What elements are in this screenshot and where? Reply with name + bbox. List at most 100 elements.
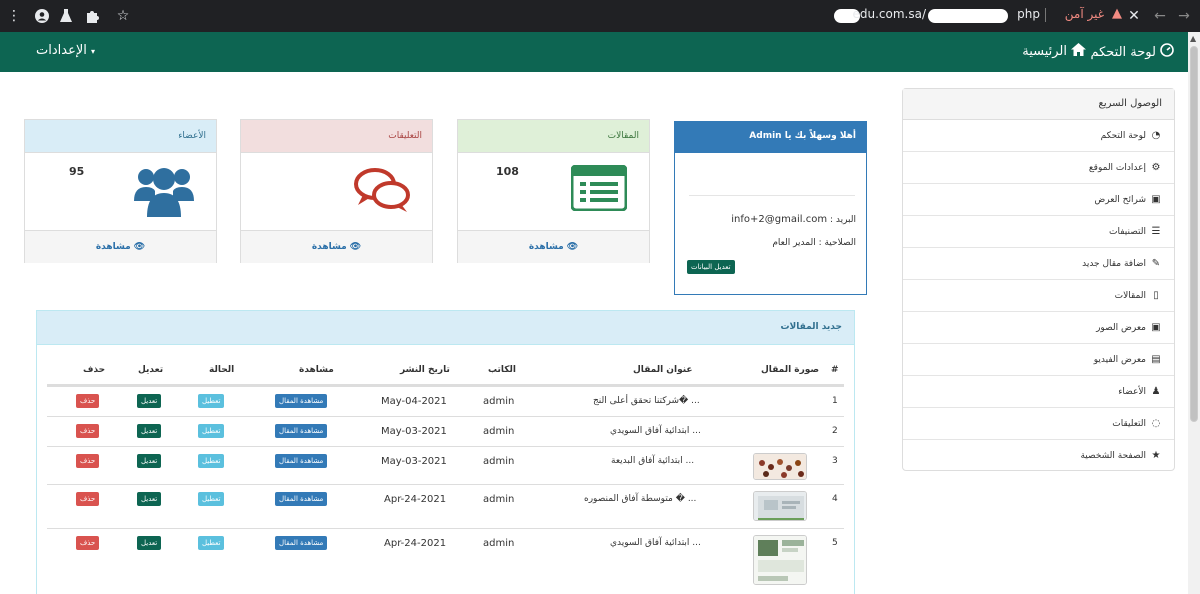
sidebar-item-slides[interactable]: ▣ شرائح العرض [903, 184, 1174, 216]
article-date: May-04-2021 [381, 396, 447, 407]
eye-icon: 👁 [566, 242, 579, 252]
settings-dropdown[interactable]: الإعدادات ▾ [36, 43, 95, 58]
table-row: 5 ابتدائية آفاق السويدي ... admin Apr-24… [47, 528, 844, 594]
col-header-num: # [831, 365, 839, 375]
users-icon [133, 163, 195, 223]
article-date: Apr-24-2021 [384, 494, 447, 505]
row-number: 1 [832, 396, 838, 406]
article-thumbnail [753, 453, 807, 480]
card-title: المقالات [458, 120, 649, 153]
delete-article-button[interactable]: حذف [76, 492, 100, 506]
close-icon[interactable]: ✕ [1124, 6, 1144, 26]
disable-article-button[interactable]: تعطيل [198, 424, 225, 438]
sidebar-item-dashboard[interactable]: ◔ لوحة التحكم [903, 120, 1174, 152]
browser-toolbar: ⋮ ☆ edu.com.sa/ php غير آمن ▲ ✕ ← → [0, 0, 1200, 32]
sidebar-item-add-article[interactable]: ✎ اضافة مقال جديد [903, 248, 1174, 280]
quick-access-title: الوصول السريع [903, 89, 1174, 120]
row-number: 4 [832, 494, 838, 504]
url-text-part-2: php [1017, 7, 1040, 21]
delete-article-button[interactable]: حذف [76, 394, 100, 408]
forward-arrow-icon[interactable]: → [1174, 6, 1194, 26]
image-icon: ▣ [1151, 322, 1161, 333]
disable-article-button[interactable]: تعطيل [198, 454, 225, 468]
view-article-button[interactable]: مشاهدة المقال [275, 454, 328, 468]
articles-stat-card: المقالات 108 مشاهدة 👁 [457, 119, 650, 263]
articles-view-link[interactable]: مشاهدة 👁 [458, 230, 649, 263]
dashboard-brand-link[interactable]: لوحة التحكم [1090, 43, 1174, 61]
not-secure-label[interactable]: غير آمن [1065, 7, 1104, 21]
welcome-title: أهلا وسهلاً بك يا Admin [675, 122, 866, 153]
view-article-button[interactable]: مشاهدة المقال [275, 536, 328, 550]
sidebar-item-comments[interactable]: ◌ التعليقات [903, 408, 1174, 440]
delete-article-button[interactable]: حذف [76, 424, 100, 438]
article-thumbnail [753, 535, 807, 585]
sidebar-item-photo-gallery[interactable]: ▣ معرض الصور [903, 312, 1174, 344]
warning-triangle-icon[interactable]: ▲ [1112, 6, 1122, 21]
view-article-button[interactable]: مشاهدة المقال [275, 394, 328, 408]
edit-article-button[interactable]: تعديل [137, 536, 162, 550]
article-title: متوسطة آفاق المنصوره � ... [584, 494, 697, 504]
members-view-link[interactable]: مشاهدة 👁 [25, 230, 216, 263]
extensions-puzzle-icon[interactable] [82, 6, 102, 26]
video-file-icon: ▤ [1151, 354, 1161, 365]
col-header-title: عنوان المقال [633, 365, 693, 375]
sidebar-item-label: التعليقات [1112, 419, 1146, 429]
delete-article-button[interactable]: حذف [76, 454, 100, 468]
home-label: الرئيسية [1022, 44, 1067, 59]
article-title: ابتدائية آفاق البديعة ... [611, 456, 695, 466]
sidebar-item-label: المقالات [1114, 291, 1146, 301]
back-arrow-icon[interactable]: ← [1150, 6, 1170, 26]
sidebar-item-profile[interactable]: ★ الصفحة الشخصية [903, 440, 1174, 472]
article-thumbnail [753, 491, 807, 521]
card-body: 95 [25, 153, 216, 230]
menu-dots-icon[interactable]: ⋮ [4, 6, 24, 26]
scroll-up-arrow-icon[interactable]: ▲ [1190, 34, 1196, 43]
article-title: ابتدائية آفاق السويدي ... [610, 538, 701, 548]
table-row: 1 شركتنا تحقق أعلى النج� ... admin May-0… [47, 386, 844, 416]
address-divider [1045, 8, 1046, 22]
home-link[interactable]: الرئيسية [1022, 43, 1086, 60]
image-icon: ▣ [1151, 194, 1161, 205]
dashboard-gauge-icon [1160, 43, 1174, 61]
redacted-blob [928, 9, 1008, 23]
disable-article-button[interactable]: تعطيل [198, 536, 225, 550]
view-article-button[interactable]: مشاهدة المقال [275, 492, 328, 506]
sidebar-item-label: إعدادات الموقع [1088, 163, 1146, 173]
edit-article-button[interactable]: تعديل [137, 424, 162, 438]
col-header-author: الكاتب [488, 365, 516, 375]
sidebar-item-label: معرض الفيديو [1093, 355, 1146, 365]
members-count: 95 [69, 165, 85, 178]
sidebar-item-site-settings[interactable]: ⚙ إعدادات الموقع [903, 152, 1174, 184]
sidebar-item-members[interactable]: ♟ الأعضاء [903, 376, 1174, 408]
bookmark-star-icon[interactable]: ☆ [113, 6, 133, 26]
email-value: info+2@gmail.com [731, 214, 828, 225]
scrollbar-thumb[interactable] [1190, 46, 1198, 422]
disable-article-button[interactable]: تعطيل [198, 492, 225, 506]
profile-icon[interactable] [32, 6, 52, 26]
comments-view-link[interactable]: مشاهدة 👁 [241, 230, 432, 263]
article-title: شركتنا تحقق أعلى النج� ... [593, 396, 700, 406]
disable-article-button[interactable]: تعطيل [198, 394, 225, 408]
page-scrollbar[interactable]: ▲ [1188, 32, 1200, 594]
sidebar-item-articles[interactable]: ▯ المقالات [903, 280, 1174, 312]
address-bar[interactable]: edu.com.sa/ php غير آمن ▲ [138, 4, 1178, 28]
article-date: Apr-24-2021 [384, 538, 447, 549]
sidebar-item-label: التصنيفات [1109, 227, 1146, 237]
article-author: admin [483, 456, 515, 467]
latest-articles-title: جديد المقالات [37, 311, 854, 345]
sidebar-item-video-gallery[interactable]: ▤ معرض الفيديو [903, 344, 1174, 376]
edit-article-button[interactable]: تعديل [137, 492, 162, 506]
home-icon [1071, 43, 1086, 60]
edit-profile-button[interactable]: تعديل البيانات [687, 260, 735, 274]
delete-article-button[interactable]: حذف [76, 536, 100, 550]
labs-flask-icon[interactable] [56, 6, 76, 26]
article-date: May-03-2021 [381, 456, 447, 467]
edit-article-button[interactable]: تعديل [137, 454, 162, 468]
edit-article-button[interactable]: تعديل [137, 394, 162, 408]
row-number: 3 [832, 456, 838, 466]
col-header-edit: تعديل [138, 365, 164, 375]
view-label: مشاهدة [311, 242, 347, 252]
sidebar-item-categories[interactable]: ☰ التصنيفات [903, 216, 1174, 248]
sidebar-item-label: اضافة مقال جديد [1082, 259, 1146, 269]
view-article-button[interactable]: مشاهدة المقال [275, 424, 328, 438]
